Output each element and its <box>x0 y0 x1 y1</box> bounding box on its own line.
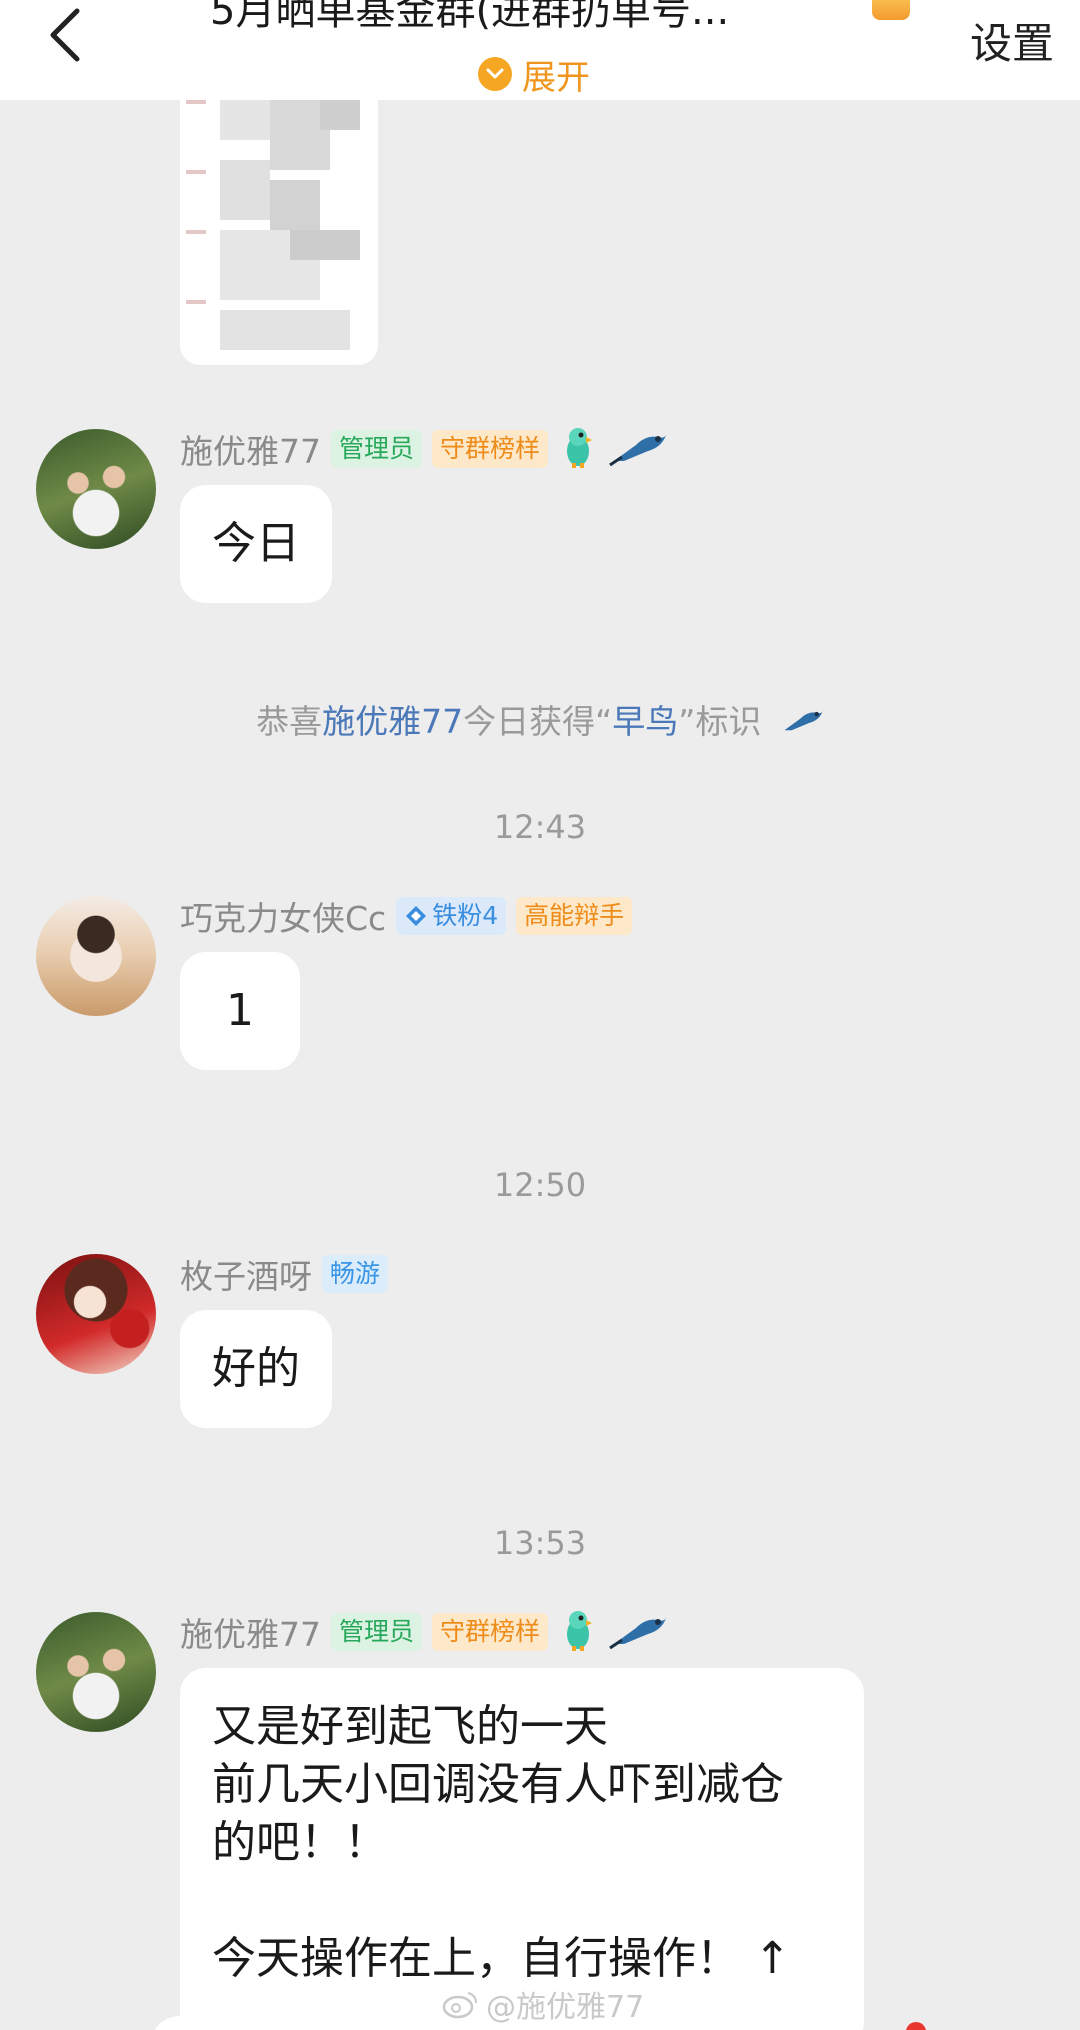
sys-user-link[interactable]: 施优雅77 <box>322 702 463 741</box>
honor-tag: 守群榜样 <box>432 1613 549 1651</box>
message-text-line: 又是好到起飞的一天 <box>212 1701 608 1752</box>
parrot-badge-icon <box>558 1608 598 1656</box>
message-text-line: 的吧！！ <box>212 1817 388 1868</box>
admin-tag: 管理员 <box>331 430 423 468</box>
back-button[interactable] <box>30 0 100 70</box>
chat-screen: 5月晒单基金群(进群扔单号... 展开 设置 施优雅77 管理员 守群榜样 今日… <box>0 0 1080 2030</box>
sys-middle: 今日获得“ <box>463 702 613 741</box>
sender-name[interactable]: 枚子酒呀 <box>180 1250 312 1298</box>
timestamp: 12:43 <box>493 808 587 846</box>
avatar[interactable] <box>36 429 156 549</box>
sender-row: 施优雅77 管理员 守群榜样 <box>180 1610 668 1654</box>
image-blur-line <box>186 100 206 104</box>
avatar[interactable] <box>36 896 156 1016</box>
message-bubble[interactable]: 今日 <box>180 485 332 603</box>
fan-level-tag: 铁粉4 <box>396 897 507 935</box>
message-bubble[interactable]: 又是好到起飞的一天 前几天小回调没有人吓到减仓 的吧！！ 今天操作在上，自行操作… <box>180 1668 864 2030</box>
admin-tag: 管理员 <box>331 1613 423 1651</box>
system-message: 恭喜施优雅77今日获得“早鸟”标识 <box>0 695 1080 743</box>
message-text: 好的 <box>212 1343 300 1394</box>
sender-row: 巧克力女侠Cc 铁粉4 高能辩手 <box>180 892 633 940</box>
parrot-badge-icon <box>558 425 598 473</box>
message-text-line <box>212 1872 832 1930</box>
notification-dot <box>906 2022 926 2030</box>
image-blur-line <box>186 230 206 234</box>
image-blur-block <box>290 230 360 260</box>
message-text-line: 今天操作在上，自行操作！ ↑ <box>212 1933 791 1984</box>
message-bubble[interactable]: 1 <box>180 952 300 1070</box>
timestamp: 13:53 <box>493 1524 587 1562</box>
fan-level-label: 铁粉4 <box>432 901 499 930</box>
sender-name[interactable]: 施优雅77 <box>180 1608 321 1656</box>
sender-name[interactable]: 施优雅77 <box>180 425 321 473</box>
watermark-text: @施优雅77 <box>486 1990 645 2025</box>
weibo-logo-icon <box>442 1992 477 2019</box>
expand-label: 展开 <box>522 57 590 98</box>
sender-row: 枚子酒呀 畅游 <box>180 1250 389 1298</box>
timestamp: 12:50 <box>493 1166 587 1204</box>
sys-badge-link[interactable]: 早鸟 <box>612 702 678 741</box>
image-blur-line <box>186 300 206 304</box>
early-bird-icon <box>780 704 824 743</box>
image-blur-block <box>220 310 350 350</box>
message-text: 今日 <box>212 518 300 569</box>
chevron-down-icon <box>478 57 512 91</box>
level-tag: 畅游 <box>322 1255 389 1293</box>
honor-tag: 守群榜样 <box>432 430 549 468</box>
early-bird-icon <box>608 427 668 471</box>
sys-prefix: 恭喜 <box>256 702 323 741</box>
settings-button[interactable]: 设置 <box>970 10 1054 71</box>
image-message[interactable] <box>180 60 378 365</box>
diamond-icon <box>406 906 427 926</box>
message-text-line: 前几天小回调没有人吓到减仓 <box>212 1759 784 1810</box>
image-blur-block <box>220 160 270 220</box>
avatar[interactable] <box>36 1254 156 1374</box>
sender-name[interactable]: 巧克力女侠Cc <box>180 892 386 940</box>
message-bubble[interactable]: 好的 <box>180 1310 332 1428</box>
chat-header: 5月晒单基金群(进群扔单号... 展开 设置 <box>0 0 1080 100</box>
back-chevron-icon <box>50 8 80 62</box>
avatar[interactable] <box>36 1612 156 1732</box>
debater-tag: 高能辩手 <box>516 897 633 935</box>
watermark: @施优雅77 <box>440 1982 644 2026</box>
message-text: 1 <box>226 985 254 1036</box>
group-level-badge-icon <box>872 0 910 20</box>
sender-row: 施优雅77 管理员 守群榜样 <box>180 427 668 471</box>
early-bird-icon <box>608 1610 668 1654</box>
sys-suffix: ”标识 <box>678 702 762 741</box>
group-title[interactable]: 5月晒单基金群(进群扔单号... <box>210 0 910 36</box>
expand-toggle[interactable]: 展开 <box>478 52 590 98</box>
image-blur-line <box>186 170 206 174</box>
